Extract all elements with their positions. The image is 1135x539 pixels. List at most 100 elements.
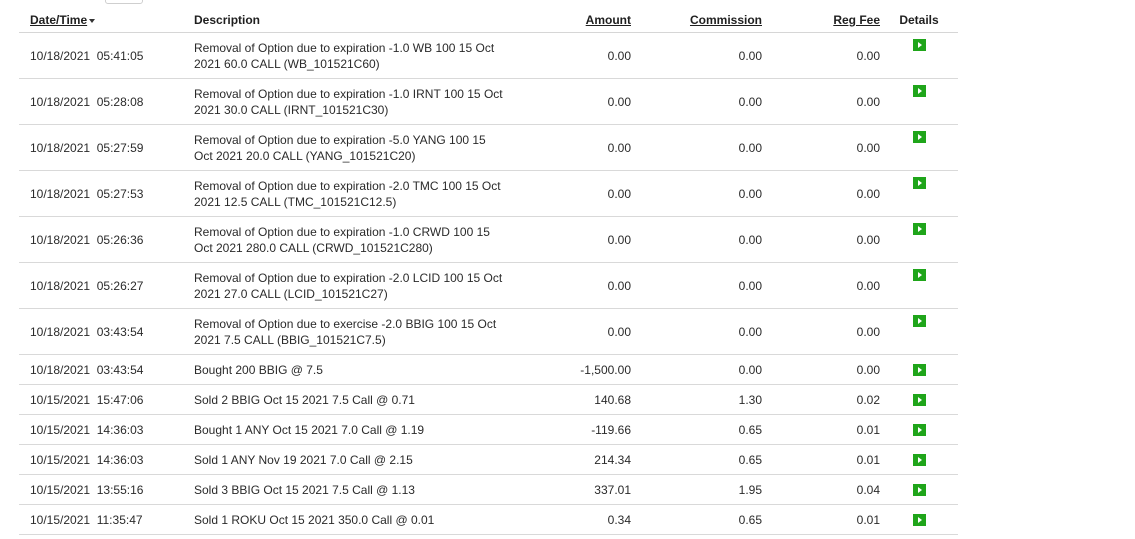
table-row: 10/18/2021 05:41:05 Removal of Option due… [19, 32, 958, 79]
play-icon[interactable] [912, 131, 926, 143]
cell-details [880, 124, 958, 171]
description-line: 2021 60.0 CALL (WB_101521C60) [194, 56, 380, 71]
table-row: 10/15/2021 14:36:03 Sold 1 ANY Nov 19 202… [19, 444, 958, 475]
play-icon[interactable] [912, 315, 926, 327]
cell-datetime: 10/15/2021 14:36:03 [19, 414, 182, 445]
cell-description: Removal of Option due to exercise -2.0 B… [182, 308, 507, 355]
sort-reg-fee-link[interactable]: Reg Fee [833, 13, 880, 27]
play-icon[interactable] [912, 514, 926, 527]
cell-commission: 0.00 [631, 354, 762, 385]
play-icon[interactable] [912, 364, 926, 377]
description-line: Removal of Option due to expiration -1.0… [194, 86, 503, 101]
table-header-row: Date/Time Description Amount Commission … [19, 8, 958, 33]
cell-description: Removal of Option due to expiration -1.0… [182, 216, 507, 263]
cell-reg-fee: 0.00 [762, 32, 880, 79]
cell-reg-fee: 0.00 [762, 262, 880, 309]
play-icon[interactable] [912, 269, 926, 281]
cell-amount: -1,500.00 [507, 354, 631, 385]
cell-amount: 0.00 [507, 216, 631, 263]
sort-desc-icon[interactable] [89, 18, 96, 23]
cell-datetime: 10/18/2021 03:43:54 [19, 308, 182, 355]
cell-amount: 140.68 [507, 384, 631, 415]
header-details-label: Details [899, 13, 939, 27]
description-line: Bought 200 BBIG @ 7.5 [194, 362, 323, 377]
description-line: 2021 7.5 CALL (BBIG_101521C7.5) [194, 332, 386, 347]
cell-commission: 0.00 [631, 78, 762, 125]
cell-details [880, 32, 958, 79]
header-description-label: Description [194, 13, 261, 27]
cell-commission: 0.65 [631, 414, 762, 445]
cell-description: Removal of Option due to expiration -2.0… [182, 262, 507, 309]
description-line: 2021 27.0 CALL (LCID_101521C27) [194, 286, 388, 301]
description-line: 2021 30.0 CALL (IRNT_101521C30) [194, 102, 389, 117]
cell-details [880, 474, 958, 505]
top-control-edge[interactable] [105, 0, 143, 4]
play-icon[interactable] [912, 454, 926, 467]
description-line: Removal of Option due to expiration -2.0… [194, 178, 501, 193]
header-details: Details [880, 8, 958, 33]
cell-description: Sold 1 ROKU Oct 15 2021 350.0 Call @ 0.0… [182, 504, 507, 535]
cell-datetime: 10/18/2021 05:26:36 [19, 216, 182, 263]
sort-commission-link[interactable]: Commission [690, 13, 762, 27]
cell-reg-fee: 0.00 [762, 124, 880, 171]
cell-description: Removal of Option due to expiration -2.0… [182, 170, 507, 217]
table-row: 10/18/2021 05:27:53 Removal of Option due… [19, 170, 958, 217]
play-icon[interactable] [912, 424, 926, 437]
play-icon[interactable] [912, 39, 926, 51]
table-row: 10/15/2021 14:36:03 Bought 1 ANY Oct 15 2… [19, 414, 958, 445]
cell-datetime: 10/15/2021 13:55:16 [19, 474, 182, 505]
cell-amount: 0.00 [507, 262, 631, 309]
description-line: Sold 1 ANY Nov 19 2021 7.0 Call @ 2.15 [194, 452, 413, 467]
cell-datetime: 10/18/2021 05:28:08 [19, 78, 182, 125]
description-line: Removal of Option due to exercise -2.0 B… [194, 316, 497, 331]
description-line: Sold 2 BBIG Oct 15 2021 7.5 Call @ 0.71 [194, 392, 415, 407]
table-row: 10/18/2021 05:28:08 Removal of Option due… [19, 78, 958, 125]
play-icon[interactable] [912, 177, 926, 189]
cell-description: Sold 1 ANY Nov 19 2021 7.0 Call @ 2.15 [182, 444, 507, 475]
play-icon[interactable] [912, 223, 926, 235]
header-amount[interactable]: Amount [507, 8, 631, 33]
description-line: Bought 1 ANY Oct 15 2021 7.0 Call @ 1.19 [194, 422, 425, 437]
cell-commission: 0.65 [631, 444, 762, 475]
sort-amount-link[interactable]: Amount [586, 13, 631, 27]
cell-reg-fee: 0.00 [762, 308, 880, 355]
cell-commission: 0.00 [631, 262, 762, 309]
cell-details [880, 444, 958, 475]
transactions-body: 10/18/2021 05:41:05 Removal of Option due… [19, 32, 958, 535]
header-datetime[interactable]: Date/Time [19, 8, 182, 33]
cell-amount: 0.00 [507, 308, 631, 355]
cell-datetime: 10/18/2021 05:27:53 [19, 170, 182, 217]
cell-description: Removal of Option due to expiration -5.0… [182, 124, 507, 171]
cell-details [880, 262, 958, 309]
cell-amount: 337.01 [507, 474, 631, 505]
cell-commission: 1.95 [631, 474, 762, 505]
cell-datetime: 10/18/2021 05:26:27 [19, 262, 182, 309]
description-line: Sold 3 BBIG Oct 15 2021 7.5 Call @ 1.13 [194, 482, 415, 497]
cell-datetime: 10/18/2021 05:27:59 [19, 124, 182, 171]
cell-details [880, 354, 958, 385]
cell-commission: 0.00 [631, 216, 762, 263]
play-icon[interactable] [912, 85, 926, 97]
description-line: Sold 1 ROKU Oct 15 2021 350.0 Call @ 0.0… [194, 512, 435, 527]
play-icon[interactable] [912, 484, 926, 497]
cell-commission: 1.30 [631, 384, 762, 415]
cell-amount: 0.34 [507, 504, 631, 535]
sort-datetime-link[interactable]: Date/Time [30, 13, 87, 27]
cell-details [880, 504, 958, 535]
cell-commission: 0.00 [631, 32, 762, 79]
cell-commission: 0.00 [631, 124, 762, 171]
header-commission[interactable]: Commission [631, 8, 762, 33]
description-line: Oct 2021 280.0 CALL (CRWD_101521C280) [194, 240, 433, 255]
cell-details [880, 308, 958, 355]
cell-commission: 0.65 [631, 504, 762, 535]
cell-amount: 0.00 [507, 32, 631, 79]
cell-amount: 0.00 [507, 78, 631, 125]
header-reg-fee[interactable]: Reg Fee [762, 8, 880, 33]
table-row: 10/18/2021 05:26:36 Removal of Option due… [19, 216, 958, 263]
play-icon[interactable] [912, 394, 926, 407]
transactions-table: Date/Time Description Amount Commission … [19, 8, 958, 535]
cell-reg-fee: 0.01 [762, 414, 880, 445]
cell-details [880, 384, 958, 415]
description-line: Removal of Option due to expiration -2.0… [194, 270, 503, 285]
table-row: 10/18/2021 03:43:54 Removal of Option due… [19, 308, 958, 355]
